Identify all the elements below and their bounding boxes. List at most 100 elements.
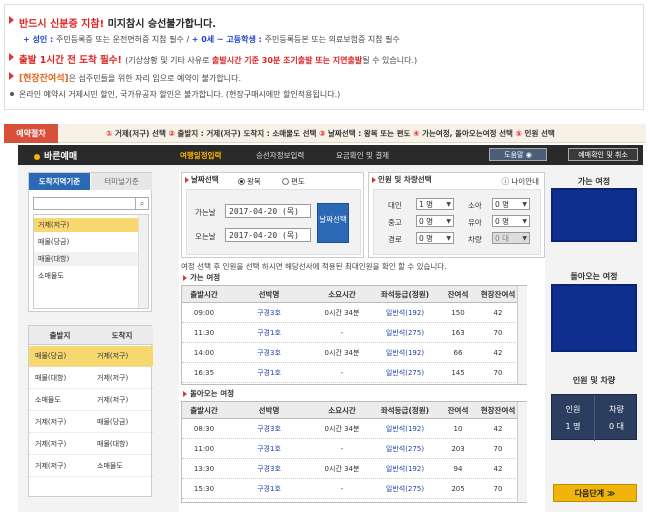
route-row[interactable]: 거제(저구) 소매물도 bbox=[29, 456, 153, 477]
notice-arrival-line: 출발 1시간 전 도착 필수! (기상상황 및 기타 사유로 출발시간 기준 3… bbox=[9, 52, 417, 66]
return-date-field[interactable]: 2017-04-20 (목) bbox=[225, 228, 311, 242]
chevron-down-icon: ▼ bbox=[446, 218, 451, 225]
list-item[interactable]: 매물(당금) bbox=[34, 235, 138, 249]
vehicle-summary: 차량 0 대 bbox=[609, 405, 624, 431]
senior-select[interactable]: 0 명 ▼ bbox=[416, 232, 454, 244]
route-row[interactable]: 소매물도 거제(저구) bbox=[29, 390, 153, 411]
nav-trip-input[interactable]: 여행일정입력 bbox=[180, 150, 221, 161]
date-title: 날짜선택 bbox=[182, 173, 219, 187]
infant-label: 유아 bbox=[468, 218, 482, 227]
list-item[interactable]: 매물(대항) bbox=[34, 252, 138, 266]
child-select[interactable]: 0 명 ▼ bbox=[492, 198, 530, 210]
column-departure: 출발지 bbox=[49, 331, 71, 340]
column-header: 출발시간 bbox=[190, 290, 218, 299]
column-header: 좌석등급(정원) bbox=[380, 290, 430, 299]
go-date-label: 가는날 bbox=[195, 208, 216, 217]
passenger-inputs: 대인 1 명 ▼ 소아 0 명 ▼ 중고 0 명 ▼ 유아 0 명 ▼ 경로 0 명 ▼ … bbox=[373, 189, 541, 255]
vehicle-select[interactable]: 0 대 ▼ bbox=[492, 232, 530, 244]
go-summary-box bbox=[551, 188, 637, 242]
table-row[interactable]: 15:30 구경1호 - 일반석(275) 205 70 bbox=[182, 480, 526, 499]
chevron-down-icon: ▼ bbox=[446, 235, 451, 242]
notice-discount-line: 온라인 예약시 거제시민 할인, 국가유공자 할인은 불가합니다. (현장구매시… bbox=[10, 89, 340, 100]
help-button[interactable]: 도움말 ◉ bbox=[489, 148, 547, 161]
region-list: 거제(저구) 매물(당금) 매물(대항) 소매물도 bbox=[33, 214, 149, 309]
pax-summary-title: 인원 및 차량 bbox=[572, 376, 616, 385]
column-header: 선박명 bbox=[258, 290, 280, 299]
list-item[interactable]: 거제(저구) bbox=[34, 218, 138, 232]
round-trip-radio[interactable]: 왕복 bbox=[238, 176, 261, 187]
nav-passenger-info[interactable]: 승선자정보입력 bbox=[256, 150, 304, 161]
summary-panel: 가는 여정 돌아오는 여정 인원 및 차량 인원 1 명 차량 0 대 다음단계… bbox=[545, 172, 643, 512]
route-row[interactable]: 거제(저구) 매물(대항) bbox=[29, 434, 153, 455]
search-icon[interactable]: ⌕ bbox=[135, 198, 148, 209]
route-row[interactable]: 매물(대항) 거제(저구) bbox=[29, 368, 153, 389]
red-arrow-icon bbox=[9, 72, 14, 80]
passenger-note: 여정 선택 후 인원을 선택 하시면 해당선사에 적용된 최대인원을 확인 할 … bbox=[181, 262, 447, 271]
column-header: 소요시간 bbox=[328, 406, 356, 415]
table-row[interactable]: 08:30 구경3호 0시간 34분 일반석(192) 10 42 bbox=[182, 420, 526, 439]
vehicle-label: 차량 bbox=[468, 235, 482, 244]
adult-label: 대인 bbox=[388, 201, 402, 210]
return-date-label: 오는날 bbox=[195, 232, 216, 241]
youth-select[interactable]: 0 명 ▼ bbox=[416, 215, 454, 227]
table-row[interactable]: 16:35 구경1호 - 일반석(275) 145 70 bbox=[182, 364, 526, 383]
tab-arrival-region[interactable]: 도착지역기준 bbox=[29, 173, 90, 190]
column-header: 현장잔여석 bbox=[480, 290, 516, 299]
brand-logo: 바른예매 bbox=[34, 149, 77, 162]
one-way-radio[interactable]: 편도 bbox=[282, 176, 305, 187]
chevron-down-icon: ▼ bbox=[522, 201, 527, 208]
table-row[interactable]: 11:00 구경1호 - 일반석(275) 203 70 bbox=[182, 440, 526, 459]
notice-remaining-seat-line: [현장잔여석]은 섬주민들을 위한 자리 임으로 예약이 불가합니다. bbox=[9, 71, 241, 84]
radio-icon bbox=[282, 178, 289, 185]
route-row[interactable]: 거제(저구) 매물(당금) bbox=[29, 412, 153, 433]
pax-summary-box: 인원 1 명 차량 0 대 bbox=[551, 394, 637, 441]
region-panel: 도착지역기준 터미널기준 ⌕ 거제(저구) 매물(당금) 매물(대항) 소매물도 bbox=[28, 172, 152, 312]
return-summary-box bbox=[551, 284, 637, 352]
outbound-title: 가는 여정 bbox=[181, 272, 220, 284]
column-header: 좌석등급(정원) bbox=[380, 406, 430, 415]
outbound-scrollbar[interactable] bbox=[517, 286, 527, 384]
senior-label: 경로 bbox=[388, 235, 402, 244]
age-guide-link[interactable]: ⓘ 나이안내 bbox=[502, 176, 540, 187]
reservation-steps-bar: 예약절차 ① 거제(저구) 선택 ② 출발지 : 거제(저구) 도착지 : 소매… bbox=[4, 124, 646, 143]
chevron-down-icon: ▼ bbox=[522, 218, 527, 225]
red-arrow-icon bbox=[9, 53, 14, 61]
next-step-button[interactable]: 다음단계 ≫ bbox=[553, 484, 637, 502]
route-row[interactable]: 매물(당금) 거제(저구) bbox=[29, 346, 153, 367]
top-bar: 바른예매 여행일정입력 승선자정보입력 요금확인 및 결제 도움말 ◉ 예매확인… bbox=[18, 145, 643, 165]
notice-id-detail: + 성인 : 주민등록증 또는 운전면허증 지참 필수 / + 0세 ~ 고등학… bbox=[23, 35, 400, 44]
infant-select[interactable]: 0 명 ▼ bbox=[492, 215, 530, 227]
chevron-down-icon: ▼ bbox=[522, 235, 527, 242]
tab-terminal[interactable]: 터미널기준 bbox=[91, 173, 152, 190]
list-item[interactable]: 소매물도 bbox=[34, 269, 138, 283]
route-list-header: 출발지 도착지 bbox=[29, 326, 153, 345]
inbound-title: 돌아오는 여정 bbox=[181, 388, 234, 400]
column-header: 현장잔여석 bbox=[480, 406, 516, 415]
booking-app: 바른예매 여행일정입력 승선자정보입력 요금확인 및 결제 도움말 ◉ 예매확인… bbox=[18, 145, 643, 512]
region-list-scrollbar[interactable] bbox=[138, 215, 148, 308]
date-selection: 날짜선택 왕복 편도 가는날 2017-04-20 (목) 오는날 2017-0… bbox=[181, 172, 364, 258]
region-search-input[interactable]: ⌕ bbox=[33, 197, 149, 210]
inbound-table: 출발시간 선박명 소요시간 좌석등급(정원) 잔여석 현장잔여석 08:30 구… bbox=[181, 401, 527, 503]
main-content: 날짜선택 왕복 편도 가는날 2017-04-20 (목) 오는날 2017-0… bbox=[179, 172, 545, 512]
table-row[interactable]: 14:00 구경3호 0시간 34분 일반석(192) 66 42 bbox=[182, 344, 526, 363]
bullet-icon bbox=[10, 92, 14, 96]
nav-fare-payment[interactable]: 요금확인 및 결제 bbox=[336, 150, 389, 161]
date-select-button[interactable]: 날짜선택 bbox=[317, 203, 349, 243]
adult-select[interactable]: 1 명 ▼ bbox=[416, 198, 454, 210]
table-row[interactable]: 13:30 구경3호 0시간 34분 일반석(192) 94 42 bbox=[182, 460, 526, 479]
adult-summary: 인원 1 명 bbox=[552, 395, 595, 441]
date-inputs: 가는날 2017-04-20 (목) 오는날 2017-04-20 (목) 날짜… bbox=[186, 189, 361, 255]
table-row[interactable]: 11:30 구경1호 - 일반석(275) 163 70 bbox=[182, 324, 526, 343]
table-row[interactable]: 09:00 구경3호 0시간 34분 일반석(192) 150 42 bbox=[182, 304, 526, 323]
confirm-cancel-button[interactable]: 예매확인 및 취소 bbox=[568, 148, 638, 161]
inbound-scrollbar[interactable] bbox=[517, 402, 527, 502]
steps-list: ① 거제(저구) 선택 ② 출발지 : 거제(저구) 도착지 : 소매물도 선택… bbox=[106, 129, 555, 138]
brand-dot-icon bbox=[34, 153, 40, 160]
passenger-title: 인원 및 차량선택 bbox=[369, 173, 432, 187]
chevron-down-icon: ▼ bbox=[446, 201, 451, 208]
radio-checked-icon bbox=[238, 178, 245, 185]
column-header: 잔여석 bbox=[447, 290, 469, 299]
table-header: 출발시간 선박명 소요시간 좌석등급(정원) 잔여석 현장잔여석 bbox=[182, 286, 526, 303]
go-date-field[interactable]: 2017-04-20 (목) bbox=[225, 204, 311, 218]
